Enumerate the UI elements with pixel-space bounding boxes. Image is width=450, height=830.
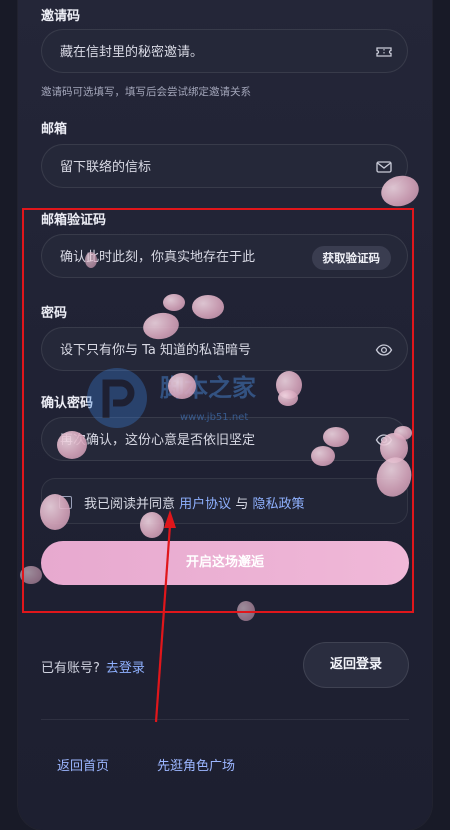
annotation-arrow [154, 510, 176, 723]
